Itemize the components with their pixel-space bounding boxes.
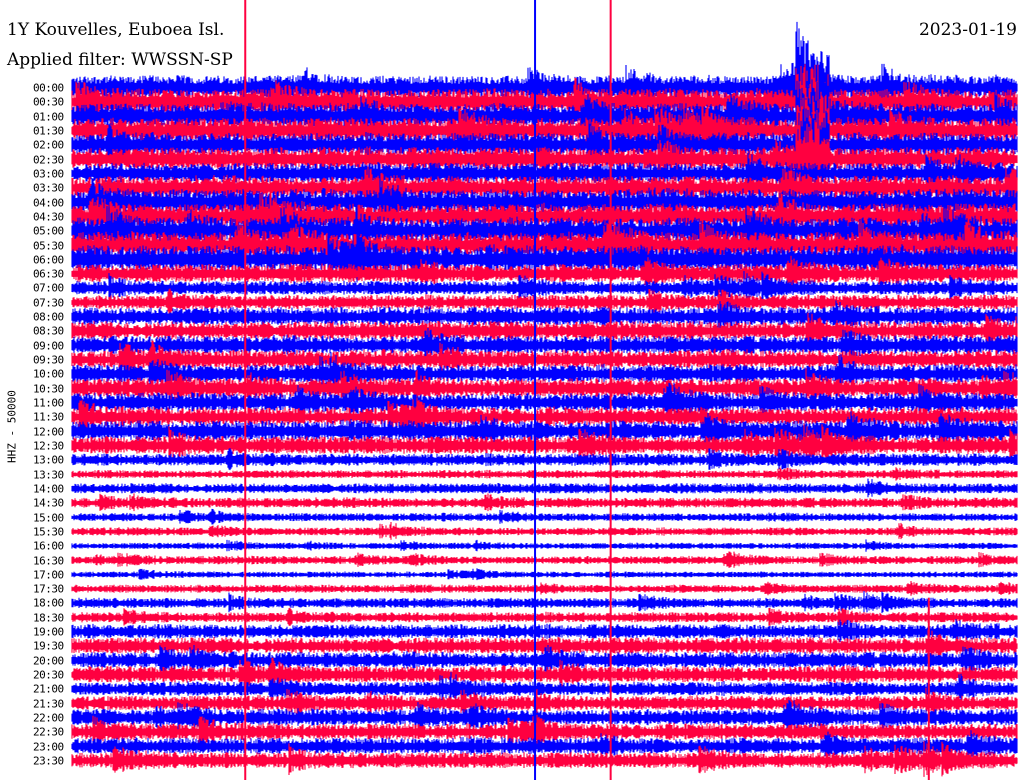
trace-1600: [71, 539, 1018, 552]
trace-1430: [71, 493, 1018, 512]
trace-1630: [71, 551, 1018, 568]
seismogram-traces: [71, 0, 1018, 780]
trace-1530: [71, 522, 1018, 540]
trace-1730: [71, 581, 1018, 596]
helicorder-plot: 1Y Kouvelles, Euboea Isl. Applied filter…: [0, 0, 1024, 780]
trace-1500: [71, 508, 1018, 525]
trace-1800: [71, 591, 1018, 614]
trace-1830: [71, 607, 1018, 626]
trace-1330: [71, 467, 1018, 481]
trace-1700: [71, 568, 1018, 581]
trace-1400: [71, 478, 1018, 498]
